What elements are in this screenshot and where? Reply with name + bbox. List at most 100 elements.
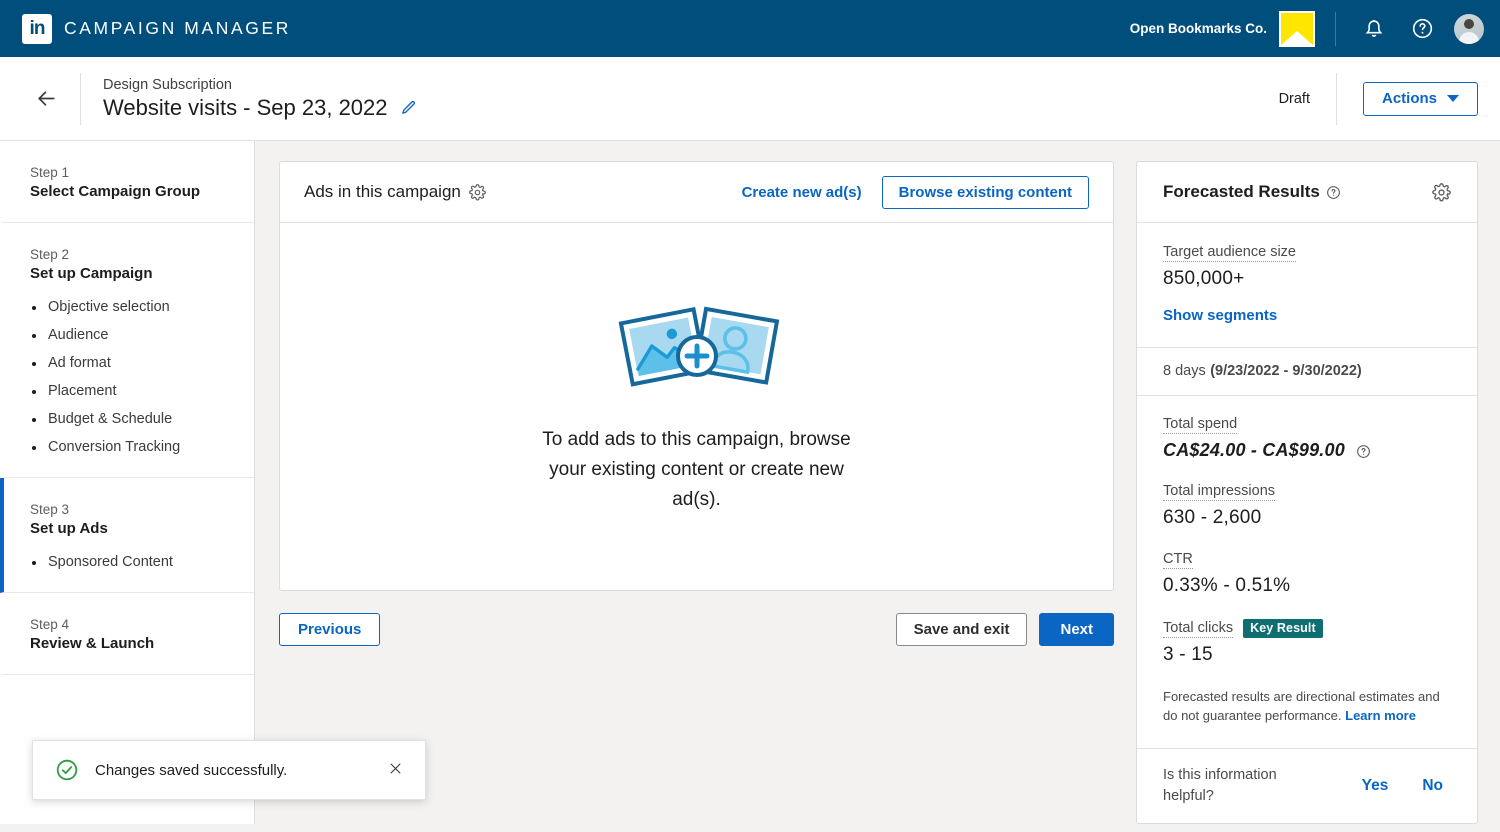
sidebar-step-4[interactable]: Step 4 Review & Launch bbox=[0, 593, 254, 675]
step-title: Review & Launch bbox=[30, 635, 155, 652]
step-title: Select Campaign Group bbox=[30, 183, 201, 200]
feedback-question: Is this information helpful? bbox=[1163, 766, 1277, 804]
metric-total-impressions: Total impressions 630 - 2,600 bbox=[1163, 483, 1451, 529]
main-content: Ads in this campaign Create new ad(s) Br… bbox=[255, 141, 1136, 824]
page-title: Website visits - Sep 23, 2022 bbox=[103, 94, 388, 120]
metric-label-row: Total impressions bbox=[1163, 483, 1451, 501]
avatar-head bbox=[1464, 18, 1474, 29]
wizard-footer-right: Save and exit Next bbox=[895, 613, 1114, 646]
question-circle-icon bbox=[1412, 18, 1432, 39]
metric-label[interactable]: Total spend bbox=[1163, 416, 1238, 434]
show-segments-link[interactable]: Show segments bbox=[1163, 307, 1277, 324]
ads-card: Ads in this campaign Create new ad(s) Br… bbox=[279, 161, 1114, 591]
empty-state-text: To add ads to this campaign, browse your… bbox=[542, 428, 851, 510]
sidebar-item-placement[interactable]: Placement bbox=[30, 383, 228, 399]
metric-ctr: CTR 0.33% - 0.51% bbox=[1163, 551, 1451, 597]
empty-state-illustration bbox=[612, 298, 782, 399]
ads-card-title: Ads in this campaign bbox=[304, 182, 461, 201]
forecast-metrics-section: Total spend CA$24.00 - CA$99.00 Total im… bbox=[1137, 396, 1477, 749]
metric-value: 630 - 2,600 bbox=[1163, 507, 1262, 528]
metric-label-row: CTR bbox=[1163, 551, 1451, 569]
sidebar-item-objective-selection[interactable]: Objective selection bbox=[30, 299, 228, 315]
feedback-no-button[interactable]: No bbox=[1422, 777, 1443, 795]
metric-value-text: CA$24.00 - CA$99.00 bbox=[1163, 440, 1345, 460]
campaign-title-row: Website visits - Sep 23, 2022 bbox=[103, 95, 417, 121]
forecast-title: Forecasted Results bbox=[1163, 182, 1320, 201]
step-3-substeps: Sponsored Content bbox=[30, 554, 228, 570]
metric-total-spend: Total spend CA$24.00 - CA$99.00 bbox=[1163, 416, 1451, 461]
campaign-date-range: (9/23/2022 - 9/30/2022) bbox=[1210, 363, 1362, 379]
sidebar-item-audience[interactable]: Audience bbox=[30, 327, 228, 343]
close-icon bbox=[390, 763, 401, 773]
top-navigation-bar: in CAMPAIGN MANAGER Open Bookmarks Co. bbox=[0, 0, 1500, 57]
subheader-right: Draft Actions bbox=[1278, 72, 1478, 125]
brand-lockup[interactable]: in CAMPAIGN MANAGER bbox=[22, 13, 291, 44]
metric-label-row: Total spend bbox=[1163, 416, 1451, 434]
toast-message: Changes saved successfully. bbox=[95, 761, 288, 779]
step-number: Step 2 bbox=[30, 247, 70, 262]
account-switcher[interactable]: Open Bookmarks Co. bbox=[1130, 10, 1335, 47]
nav-icon-group bbox=[1336, 9, 1484, 49]
help-button[interactable] bbox=[1402, 9, 1442, 49]
toast-close-button[interactable] bbox=[382, 755, 409, 786]
two-photo-cards-with-plus-icon bbox=[618, 306, 779, 387]
step-number: Step 1 bbox=[30, 165, 70, 180]
toast-notification: Changes saved successfully. bbox=[32, 740, 426, 800]
pencil-icon bbox=[401, 100, 415, 114]
ads-card-settings-button[interactable] bbox=[469, 183, 486, 201]
status-divider bbox=[1335, 72, 1337, 125]
step-number: Step 3 bbox=[30, 502, 70, 517]
sidebar-step-2[interactable]: Step 2 Set up Campaign Objective selecti… bbox=[0, 223, 254, 478]
forecast-title-help-icon[interactable] bbox=[1326, 185, 1341, 200]
browse-existing-content-button[interactable]: Browse existing content bbox=[881, 175, 1089, 209]
actions-button[interactable]: Actions bbox=[1362, 81, 1478, 116]
back-arrow-icon bbox=[37, 91, 55, 106]
gear-icon bbox=[469, 183, 486, 200]
sidebar-item-conversion-tracking[interactable]: Conversion Tracking bbox=[30, 439, 228, 455]
sidebar-item-budget-schedule[interactable]: Budget & Schedule bbox=[30, 411, 228, 427]
sidebar-step-1[interactable]: Step 1 Select Campaign Group bbox=[0, 141, 254, 223]
campaign-group-name: Design Subscription bbox=[103, 76, 232, 93]
metric-value: CA$24.00 - CA$99.00 bbox=[1163, 440, 1451, 461]
metric-label[interactable]: Total impressions bbox=[1163, 483, 1276, 501]
sidebar-step-3[interactable]: Step 3 Set up Ads Sponsored Content bbox=[0, 478, 254, 593]
step-title: Set up Ads bbox=[30, 520, 108, 537]
notifications-button[interactable] bbox=[1354, 9, 1394, 49]
campaign-manager-app: in CAMPAIGN MANAGER Open Bookmarks Co. D… bbox=[0, 0, 1500, 832]
target-audience-label[interactable]: Target audience size bbox=[1163, 244, 1296, 262]
date-range-section: 8 days (9/23/2022 - 9/30/2022) bbox=[1137, 348, 1477, 396]
edit-campaign-name-button[interactable] bbox=[400, 99, 417, 116]
top-navigation-right: Open Bookmarks Co. bbox=[1130, 9, 1484, 49]
save-and-exit-button[interactable]: Save and exit bbox=[895, 613, 1028, 646]
forecast-disclaimer: Forecasted results are directional estim… bbox=[1163, 688, 1451, 726]
linkedin-logo-icon: in bbox=[22, 13, 52, 44]
ads-card-actions: Create new ad(s) Browse existing content bbox=[738, 175, 1089, 209]
feedback-buttons: Yes No bbox=[1362, 777, 1451, 795]
forecast-feedback: Is this information helpful? Yes No bbox=[1137, 749, 1477, 823]
status-badge: Draft bbox=[1278, 90, 1310, 107]
metric-label-row: Total clicks Key Result bbox=[1163, 619, 1451, 638]
metric-label[interactable]: CTR bbox=[1163, 551, 1193, 569]
previous-button[interactable]: Previous bbox=[279, 613, 381, 646]
actions-button-label: Actions bbox=[1381, 90, 1437, 107]
forecast-settings-button[interactable] bbox=[1432, 182, 1451, 202]
metric-total-clicks: Total clicks Key Result 3 - 15 bbox=[1163, 619, 1451, 666]
forecast-column: Forecasted Results Target audience size … bbox=[1136, 141, 1500, 824]
avatar[interactable] bbox=[1454, 13, 1484, 44]
sidebar-item-ad-format[interactable]: Ad format bbox=[30, 355, 228, 371]
check-circle-icon bbox=[56, 759, 78, 781]
create-new-ads-button[interactable]: Create new ad(s) bbox=[738, 180, 866, 205]
next-button[interactable]: Next bbox=[1039, 613, 1114, 646]
step-title: Set up Campaign bbox=[30, 265, 153, 282]
sidebar-item-sponsored-content[interactable]: Sponsored Content bbox=[30, 554, 228, 570]
back-button[interactable] bbox=[28, 81, 64, 117]
gear-icon bbox=[1432, 182, 1451, 201]
question-circle-icon bbox=[1357, 444, 1371, 458]
total-spend-help-icon[interactable] bbox=[1356, 444, 1371, 459]
campaign-duration: 8 days bbox=[1163, 363, 1206, 379]
learn-more-link[interactable]: Learn more bbox=[1345, 708, 1416, 723]
avatar-body bbox=[1459, 31, 1479, 44]
steps-sidebar: Step 1 Select Campaign Group Step 2 Set … bbox=[0, 141, 255, 824]
feedback-yes-button[interactable]: Yes bbox=[1362, 777, 1389, 795]
metric-label[interactable]: Total clicks bbox=[1163, 620, 1234, 638]
